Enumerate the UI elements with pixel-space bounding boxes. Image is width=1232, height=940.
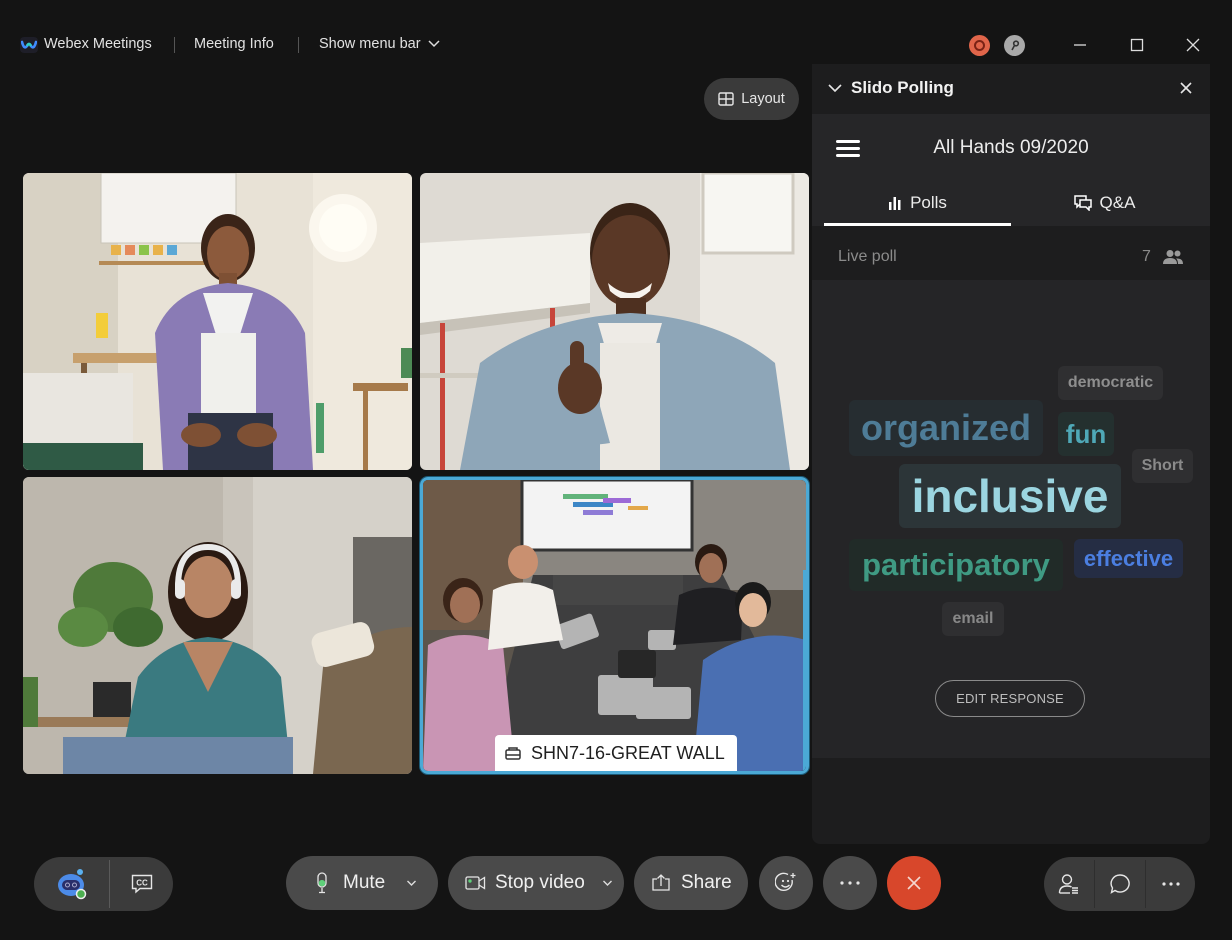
- word-cloud: democratic organized fun Short inclusive…: [812, 280, 1210, 758]
- live-poll-bar: Live poll 7: [812, 226, 1210, 280]
- stop-video-label: Stop video: [495, 872, 585, 893]
- recording-icon[interactable]: [969, 35, 990, 56]
- microphone-icon: [317, 872, 327, 894]
- slido-tabs: Polls Q&A: [824, 180, 1198, 226]
- participant-video: [23, 173, 412, 470]
- chat-button[interactable]: [1095, 857, 1145, 911]
- participant-video: [23, 477, 412, 774]
- more-options-icon: [1161, 882, 1180, 886]
- chat-bubbles-icon: [1073, 195, 1092, 211]
- assistant-button[interactable]: [34, 857, 109, 911]
- assistant-icon: [57, 869, 86, 900]
- word-cloud-item: participatory: [849, 539, 1063, 591]
- participant-name: SHN7-16-GREAT WALL: [531, 742, 725, 763]
- show-menu-bar-button[interactable]: Show menu bar: [319, 36, 441, 52]
- slido-panel: Slido Polling All Hands 09/2020 Polls Q&…: [812, 64, 1210, 844]
- word-cloud-item: fun: [1058, 412, 1114, 456]
- tab-qa[interactable]: Q&A: [1011, 180, 1198, 226]
- tab-qa-label: Q&A: [1099, 193, 1136, 212]
- video-tile-participant-4[interactable]: SHN7-16-GREAT WALL: [420, 477, 809, 774]
- end-call-button[interactable]: [887, 856, 941, 910]
- panel-header: Slido Polling: [812, 64, 1210, 114]
- close-icon: [1186, 38, 1200, 52]
- participant-count: 7: [1142, 248, 1151, 265]
- video-tile-participant-1[interactable]: [23, 173, 412, 470]
- participants-icon: [1058, 874, 1078, 894]
- tab-polls-label: Polls: [910, 193, 947, 212]
- people-icon: [1163, 250, 1183, 264]
- word-cloud-item: email: [942, 602, 1004, 636]
- participant-video: [420, 173, 809, 470]
- title-separator: [174, 37, 175, 53]
- close-window-button[interactable]: [1177, 30, 1209, 60]
- word-cloud-item: inclusive: [899, 464, 1121, 528]
- stop-video-button[interactable]: Stop video: [448, 856, 624, 910]
- word-cloud-item: Short: [1132, 449, 1193, 483]
- video-tile-participant-2[interactable]: [420, 173, 809, 470]
- assistant-captions-group: CC: [34, 857, 173, 911]
- share-button[interactable]: Share: [634, 856, 748, 910]
- minimize-button[interactable]: [1064, 30, 1096, 60]
- chevron-down-icon[interactable]: [602, 879, 613, 887]
- more-button[interactable]: [823, 856, 877, 910]
- close-icon[interactable]: [1176, 78, 1196, 98]
- camera-icon: [465, 876, 486, 890]
- share-icon: [652, 874, 670, 891]
- layout-button[interactable]: Layout: [704, 78, 799, 120]
- tab-polls[interactable]: Polls: [824, 180, 1011, 226]
- webex-logo-icon: [20, 37, 38, 53]
- key-icon[interactable]: [1004, 35, 1025, 56]
- more-icon: [840, 881, 860, 885]
- share-label: Share: [681, 872, 732, 893]
- room-device-icon: [505, 747, 521, 760]
- panel-title: Slido Polling: [851, 78, 954, 97]
- title-separator: [298, 37, 299, 53]
- show-menu-bar-label: Show menu bar: [319, 36, 421, 52]
- meeting-info-link[interactable]: Meeting Info: [194, 36, 274, 52]
- reactions-icon: [775, 872, 796, 891]
- maximize-icon: [1130, 38, 1144, 52]
- more-options-button[interactable]: [1146, 857, 1195, 911]
- panels-group: [1044, 857, 1195, 911]
- minimize-icon: [1074, 44, 1086, 46]
- slido-header: All Hands 09/2020 Polls Q&A: [812, 114, 1210, 226]
- layout-label: Layout: [741, 91, 785, 107]
- participant-name-tag: SHN7-16-GREAT WALL: [495, 735, 737, 771]
- chevron-down-icon: [428, 40, 440, 48]
- maximize-button[interactable]: [1121, 30, 1153, 60]
- mute-label: Mute: [343, 872, 386, 893]
- bar-chart-icon: [889, 197, 901, 210]
- app-name: Webex Meetings: [44, 36, 152, 52]
- end-call-icon: [907, 876, 921, 890]
- closed-captions-icon: CC: [131, 874, 152, 894]
- event-title: All Hands 09/2020: [933, 137, 1089, 158]
- participant-video: [423, 480, 806, 771]
- chevron-down-icon[interactable]: [826, 79, 844, 97]
- closed-captions-button[interactable]: CC: [110, 857, 173, 911]
- live-poll-label: Live poll: [838, 248, 897, 265]
- grid-icon: [718, 92, 734, 106]
- chevron-down-icon[interactable]: [406, 879, 417, 887]
- title-bar: Webex Meetings Meeting Info Show menu ba…: [0, 26, 1232, 64]
- chat-icon: [1110, 874, 1130, 894]
- edit-response-button[interactable]: EDIT RESPONSE: [935, 680, 1085, 717]
- reactions-button[interactable]: [759, 856, 813, 910]
- video-tile-participant-3[interactable]: [23, 477, 412, 774]
- word-cloud-item: organized: [849, 400, 1043, 456]
- mute-button[interactable]: Mute: [286, 856, 438, 910]
- word-cloud-item: democratic: [1058, 366, 1163, 400]
- svg-text:CC: CC: [136, 879, 148, 888]
- word-cloud-item: effective: [1074, 539, 1183, 578]
- participants-button[interactable]: [1044, 857, 1094, 911]
